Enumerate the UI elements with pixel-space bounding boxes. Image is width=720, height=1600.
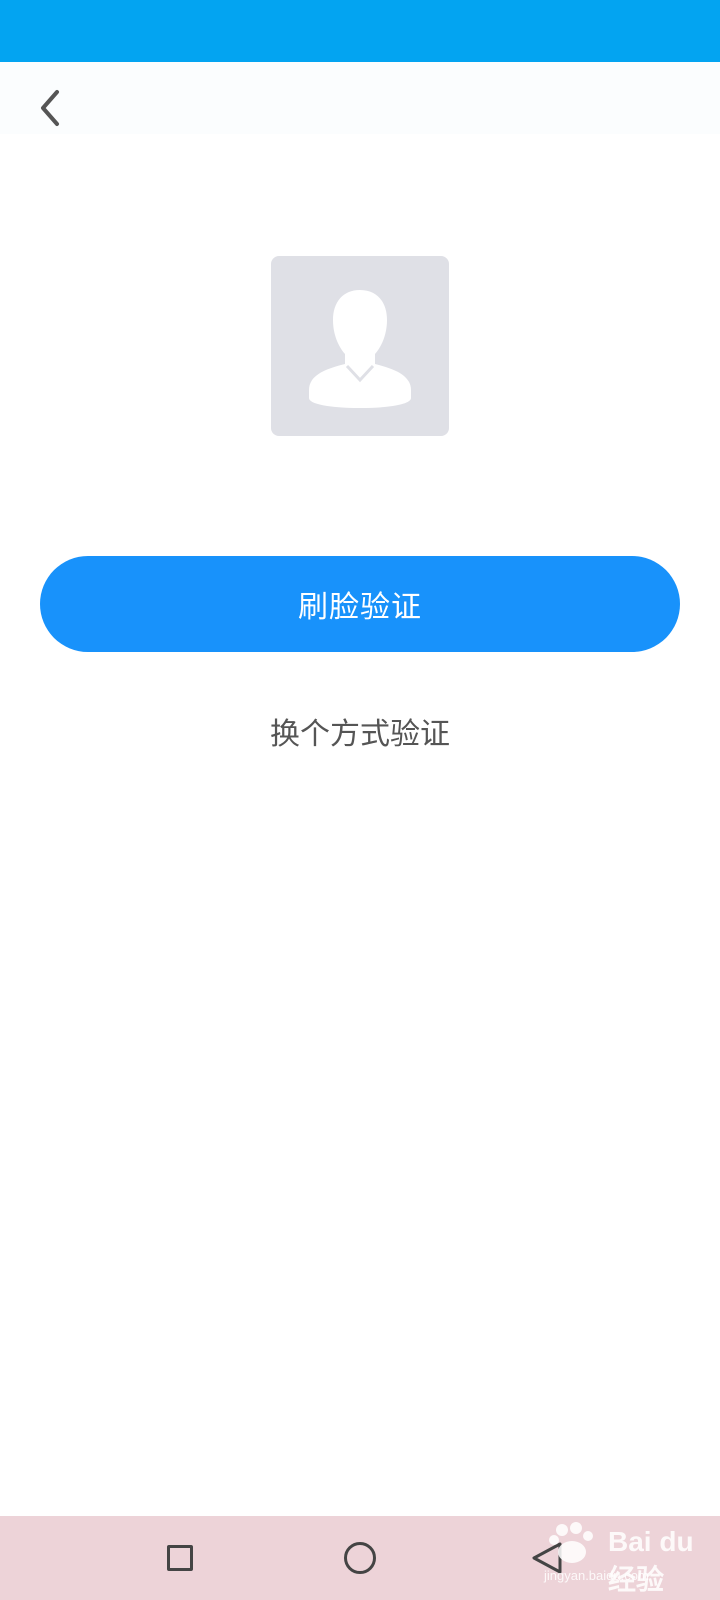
face-verify-button[interactable]: 刷脸验证	[40, 556, 680, 652]
system-back-button[interactable]	[498, 1516, 598, 1600]
square-icon	[167, 1545, 193, 1571]
system-nav-bar	[0, 1516, 720, 1600]
header-bar	[0, 62, 720, 134]
user-silhouette-icon	[271, 256, 449, 436]
recent-apps-button[interactable]	[130, 1516, 230, 1600]
circle-icon	[344, 1542, 376, 1574]
back-button[interactable]	[26, 84, 74, 132]
status-bar	[0, 0, 720, 62]
avatar	[271, 256, 449, 436]
switch-method-link[interactable]: 换个方式验证	[160, 706, 560, 756]
chevron-left-icon	[41, 90, 59, 126]
home-button[interactable]	[310, 1516, 410, 1600]
triangle-back-icon	[532, 1542, 562, 1574]
